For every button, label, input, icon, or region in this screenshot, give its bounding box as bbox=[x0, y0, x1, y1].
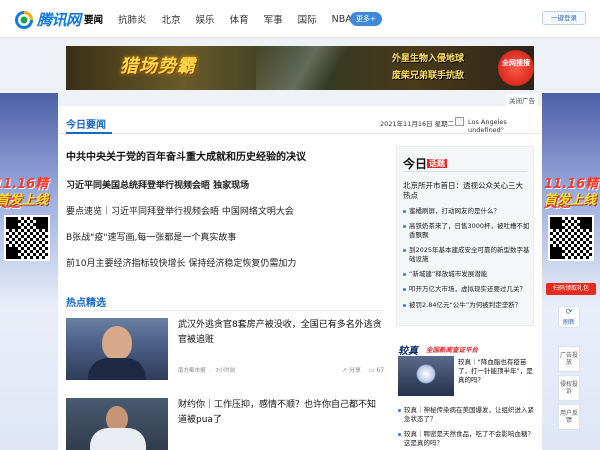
nav-item-yaowen[interactable]: 要闻 bbox=[84, 12, 103, 26]
today-topic-badge: 话题 bbox=[427, 159, 448, 168]
promo-text-right: 首发上线 bbox=[544, 193, 597, 208]
logo-text: 腾讯网 bbox=[37, 11, 81, 29]
news-card[interactable]: 财约你｜工作压抑，感情不顺？也许你自己都不知道被pua了 bbox=[66, 398, 384, 450]
section-divider bbox=[66, 310, 384, 311]
today-topic-item[interactable]: 蜜橘刷屏，打动网友的是什么？ bbox=[403, 207, 531, 216]
weather-label[interactable]: Los Angeles undefined° bbox=[468, 118, 542, 134]
today-topic-item[interactable]: 被罚2.84亿元“公牛”为何被判定垄断？ bbox=[403, 301, 531, 310]
share-button[interactable]: 分享 bbox=[349, 367, 361, 374]
today-topic-header: 今日 话题 bbox=[403, 155, 448, 172]
nav-item-guoji[interactable]: 国际 bbox=[298, 12, 317, 26]
news-card-title[interactable]: 武汉外逃贪官8套房产被没收，全国已有多名外逃贪官被追赃 bbox=[178, 318, 384, 348]
fact-check-item[interactable]: 较真｜神秘传染病在美国爆发，让组织进入紧急状态了？ bbox=[398, 406, 534, 424]
site-logo[interactable]: 腾讯网 bbox=[14, 9, 81, 30]
tab-today-news[interactable]: 今日要闻 bbox=[66, 116, 106, 131]
nav-item-junshi[interactable]: 军事 bbox=[264, 12, 283, 26]
promo-download-button[interactable]: 扫码领取礼包 bbox=[546, 283, 596, 295]
user-feedback-button[interactable]: 用户反馈 bbox=[558, 404, 580, 430]
nav-item-nba[interactable]: NBA bbox=[332, 14, 352, 25]
news-card-thumbnail[interactable] bbox=[66, 398, 168, 450]
refresh-button[interactable]: ⟳ 刷新 bbox=[558, 306, 580, 328]
main-panel: 今日要闻 2021年11月16日 星期二 Los Angeles undefin… bbox=[58, 106, 542, 450]
banner-game-title: 猎场势霸 bbox=[120, 56, 196, 77]
banner-cta-button[interactable]: 全网搜搜 bbox=[498, 50, 534, 86]
login-button[interactable]: 一键登录 bbox=[542, 11, 586, 25]
tab-underline bbox=[66, 132, 112, 134]
weather-icon bbox=[455, 117, 464, 126]
divider bbox=[403, 171, 527, 172]
fact-check-title[interactable]: 较真 bbox=[398, 342, 418, 357]
nav-item-tiyu[interactable]: 体育 bbox=[230, 12, 249, 26]
news-card-time: 7小时前 bbox=[215, 368, 236, 374]
fact-check-subtitle: 全国新闻查证平台 bbox=[426, 346, 478, 354]
promo-text-left: 首发上线 bbox=[0, 193, 49, 208]
news-card-meta: 南方都市报 · 7小时前 bbox=[178, 368, 236, 374]
qq-logo-icon bbox=[14, 10, 34, 30]
nav-links: 要闻 抗肺炎 北京 娱乐 体育 军事 国际 NBA bbox=[84, 0, 367, 38]
today-topic-item[interactable]: 叩开万亿大市场，虚拟现实还要过几关？ bbox=[403, 285, 531, 294]
headline-item[interactable]: 要点速览｜习近平同拜登举行视频会晤 中国网络文明大会 bbox=[66, 204, 294, 217]
nav-item-yule[interactable]: 娱乐 bbox=[196, 12, 215, 26]
nav-item-kangfeiyan[interactable]: 抗肺炎 bbox=[118, 12, 147, 26]
news-card-title[interactable]: 财约你｜工作压抑，感情不顺？也许你自己都不知道被pua了 bbox=[178, 398, 384, 428]
ad-placement-button[interactable]: 广告投放 bbox=[558, 346, 580, 372]
today-topic-item[interactable]: 到2025年基本建成安全可靠的新型数字基础设施 bbox=[403, 246, 531, 264]
fact-check-thumbnail[interactable] bbox=[398, 356, 454, 396]
ad-banner[interactable]: 猎场势霸 外星生物入侵地球 废柴兄弟联手抗敌 全网搜搜 bbox=[66, 46, 534, 90]
share-icon[interactable]: ↗ bbox=[342, 367, 347, 374]
news-card-thumbnail[interactable] bbox=[66, 318, 168, 380]
today-topic-lead[interactable]: 北京所开市首日：透视公众关心三大热点 bbox=[403, 181, 529, 201]
news-card[interactable]: 武汉外逃贪官8套房产被没收，全国已有多名外逃贪官被追赃 南方都市报 · 7小时前 ↗… bbox=[66, 318, 384, 380]
headline-item[interactable]: 前10月主要经济指标较快增长 保持经济稳定恢复仍需加力 bbox=[66, 256, 296, 269]
headline-item[interactable]: 习近平同美国总统拜登举行视频会晤 独家现场 bbox=[66, 178, 249, 191]
news-card-actions: ↗ 分享 ▭ 67 bbox=[342, 365, 384, 374]
headline-top[interactable]: 中共中央关于党的百年奋斗重大成就和历史经验的决议 bbox=[66, 152, 306, 164]
today-topic-item[interactable]: “新城建”释放城市发展潜能 bbox=[403, 270, 531, 279]
today-topic-title: 今日 bbox=[403, 157, 428, 171]
fact-check-lead[interactable]: 较真｜“降血脂也有疫苗了，打一针能顶半年”，是真的吗？ bbox=[458, 358, 534, 385]
refresh-icon: ⟳ bbox=[565, 307, 573, 316]
hot-section-title: 热点精选 bbox=[66, 298, 106, 309]
comment-count[interactable]: 67 bbox=[376, 367, 384, 374]
banner-tagline-2: 废柴兄弟联手抗敌 bbox=[392, 71, 465, 81]
side-tools: 广告投放 侵权投诉 用户反馈 bbox=[558, 346, 580, 433]
infringement-report-button[interactable]: 侵权投诉 bbox=[558, 375, 580, 401]
top-nav: 腾讯网 要闻 抗肺炎 北京 娱乐 体育 军事 国际 NBA 更多+ 一键登录 bbox=[0, 0, 600, 38]
today-topic-box: 今日 话题 北京所开市首日：透视公众关心三大热点 蜜橘刷屏，打动网友的是什么？ 高… bbox=[396, 146, 534, 326]
news-card-source[interactable]: 南方都市报 bbox=[178, 368, 206, 374]
side-promo-left[interactable]: 11.16精英之 首发上线 bbox=[0, 93, 58, 450]
date-label: 2021年11月16日 星期二 bbox=[380, 120, 455, 128]
banner-artwork bbox=[256, 46, 386, 90]
refresh-label: 刷新 bbox=[562, 319, 575, 326]
nav-item-beijing[interactable]: 北京 bbox=[162, 12, 181, 26]
more-button[interactable]: 更多+ bbox=[350, 12, 382, 26]
close-ad-button[interactable]: 关闭广告 bbox=[506, 94, 538, 106]
banner-tagline-1: 外星生物入侵地球 bbox=[392, 54, 465, 64]
qr-code-icon bbox=[4, 215, 50, 261]
comment-icon[interactable]: ▭ bbox=[369, 367, 375, 374]
headline-item[interactable]: B张战"疫"速写画,每一张都是一个真实故事 bbox=[66, 230, 236, 243]
tab-bar: 今日要闻 2021年11月16日 星期二 Los Angeles undefin… bbox=[58, 106, 542, 134]
fact-check-item[interactable]: 较真｜聘密是天然食品，吃了不会影响血糖？这是真的吗？ bbox=[398, 430, 534, 448]
today-topic-item[interactable]: 高铁奶茶来了，日售3000杯，被吐槽不如香飘飘 bbox=[403, 222, 531, 240]
qr-code-icon bbox=[548, 215, 594, 261]
